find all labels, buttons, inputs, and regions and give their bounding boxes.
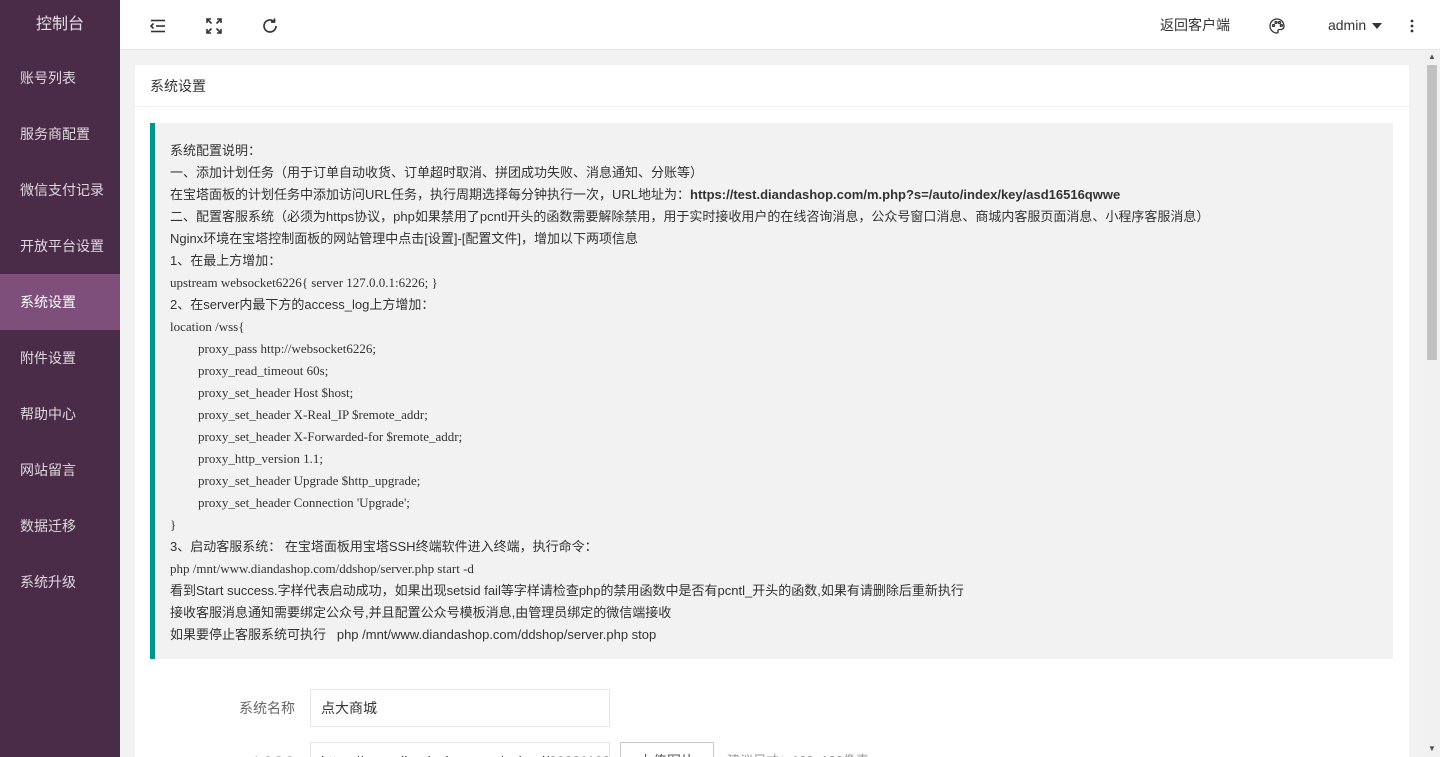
sidebar-item-wechat-pay-records[interactable]: 微信支付记录 — [0, 162, 120, 218]
logo-size-hint: 建议尺寸：100×100像素 — [727, 742, 869, 757]
sidebar-title[interactable]: 控制台 — [0, 0, 120, 50]
scroll-down-arrow-icon[interactable]: ▼ — [1424, 742, 1440, 756]
main-content: 系统设置 系统配置说明： 一、添加计划任务（用于订单自动收货、订单超时取消、拼团… — [120, 50, 1424, 757]
username: admin — [1327, 17, 1367, 33]
code-line: proxy_set_header Upgrade $http_upgrade; — [198, 473, 421, 488]
sidebar-item-help-center[interactable]: 帮助中心 — [0, 386, 120, 442]
theme-palette-icon[interactable] — [1259, 0, 1295, 50]
sidebar-item-provider-config[interactable]: 服务商配置 — [0, 106, 120, 162]
code-line: proxy_http_version 1.1; — [198, 451, 323, 466]
note-line: 看到Start success.字样代表启动成功，如果出现setsid fail… — [170, 583, 964, 598]
note-line: Nginx环境在宝塔控制面板的网站管理中点击[设置]-[配置文件]，增加以下两项… — [170, 231, 639, 246]
note-line: 系统配置说明： — [170, 143, 262, 158]
sidebar-item-data-migration[interactable]: 数据迁移 — [0, 498, 120, 554]
code-line: proxy_set_header X-Forwarded-for $remote… — [198, 429, 463, 444]
form-row-logo: LOGO 上传图片 建议尺寸：100×100像素 — [135, 742, 1409, 757]
logo-label: LOGO — [135, 742, 295, 757]
note-line: 如果要停止客服系统可执行 php /mnt/www.diandashop.com… — [170, 627, 657, 642]
refresh-icon[interactable] — [252, 0, 288, 50]
sidebar-item-account-list[interactable]: 账号列表 — [0, 50, 120, 106]
code-line: proxy_read_timeout 60s; — [198, 363, 329, 378]
note-line: 3、启动客服系统： 在宝塔面板用宝塔SSH终端软件进入终端，执行命令： — [170, 539, 598, 554]
upload-image-button[interactable]: 上传图片 — [620, 742, 714, 757]
top-header: 返回客户端 admin — [120, 0, 1440, 50]
system-name-input[interactable] — [310, 689, 610, 727]
back-to-client-link[interactable]: 返回客户端 — [1150, 0, 1240, 50]
sidebar-item-system-upgrade[interactable]: 系统升级 — [0, 554, 120, 610]
logo-url-input[interactable] — [310, 742, 610, 757]
sidebar-item-open-platform[interactable]: 开放平台设置 — [0, 218, 120, 274]
note-line: 1、在最上方增加： — [170, 253, 282, 268]
page-title: 系统设置 — [135, 65, 1409, 107]
code-line: proxy_set_header Connection 'Upgrade'; — [198, 495, 410, 510]
more-vertical-icon[interactable] — [1394, 0, 1430, 50]
note-text: 在宝塔面板的计划任务中添加访问URL任务，执行周期选择每分钟执行一次，URL地址… — [170, 187, 691, 202]
code-line: php /mnt/www.diandashop.com/ddshop/serve… — [170, 561, 474, 576]
code-line: } — [170, 517, 177, 532]
scroll-thumb[interactable] — [1427, 65, 1437, 360]
scroll-up-arrow-icon[interactable]: ▲ — [1424, 50, 1440, 64]
cron-url: https://test.diandashop.com/m.php?s=/aut… — [690, 187, 1121, 202]
form-row-system-name: 系统名称 — [135, 689, 1409, 727]
menu-fold-icon[interactable] — [140, 0, 176, 50]
config-instructions: 系统配置说明： 一、添加计划任务（用于订单自动收货、订单超时取消、拼团成功失败、… — [150, 123, 1393, 659]
sidebar: 控制台 账号列表 服务商配置 微信支付记录 开放平台设置 系统设置 附件设置 帮… — [0, 0, 120, 757]
settings-card: 系统设置 系统配置说明： 一、添加计划任务（用于订单自动收货、订单超时取消、拼团… — [135, 65, 1409, 757]
sidebar-item-attachment-settings[interactable]: 附件设置 — [0, 330, 120, 386]
note-line: 在宝塔面板的计划任务中添加访问URL任务，执行周期选择每分钟执行一次，URL地址… — [170, 184, 1393, 206]
code-line: location /wss{ — [170, 319, 245, 334]
code-line: proxy_set_header X-Real_IP $remote_addr; — [198, 407, 428, 422]
sidebar-item-system-settings[interactable]: 系统设置 — [0, 274, 120, 330]
system-name-label: 系统名称 — [239, 700, 295, 716]
note-line: 2、在server内最下方的access_log上方增加： — [170, 297, 435, 312]
fullscreen-icon[interactable] — [196, 0, 232, 50]
code-line: proxy_pass http://websocket6226; — [198, 341, 377, 356]
code-line: proxy_set_header Host $host; — [198, 385, 354, 400]
note-line: 一、添加计划任务（用于订单自动收货、订单超时取消、拼团成功失败、消息通知、分账等… — [170, 165, 704, 180]
user-menu[interactable]: admin — [1320, 0, 1390, 50]
code-line: upstream websocket6226{ server 127.0.0.1… — [170, 275, 438, 290]
caret-down-icon — [1372, 23, 1383, 30]
note-line: 二、配置客服系统（必须为https协议，php如果禁用了pcntl开头的函数需要… — [170, 209, 1210, 224]
page-scrollbar[interactable]: ▲ ▼ — [1424, 50, 1440, 757]
note-line: 接收客服消息通知需要绑定公众号,并且配置公众号模板消息,由管理员绑定的微信端接收 — [170, 605, 672, 620]
sidebar-item-site-messages[interactable]: 网站留言 — [0, 442, 120, 498]
